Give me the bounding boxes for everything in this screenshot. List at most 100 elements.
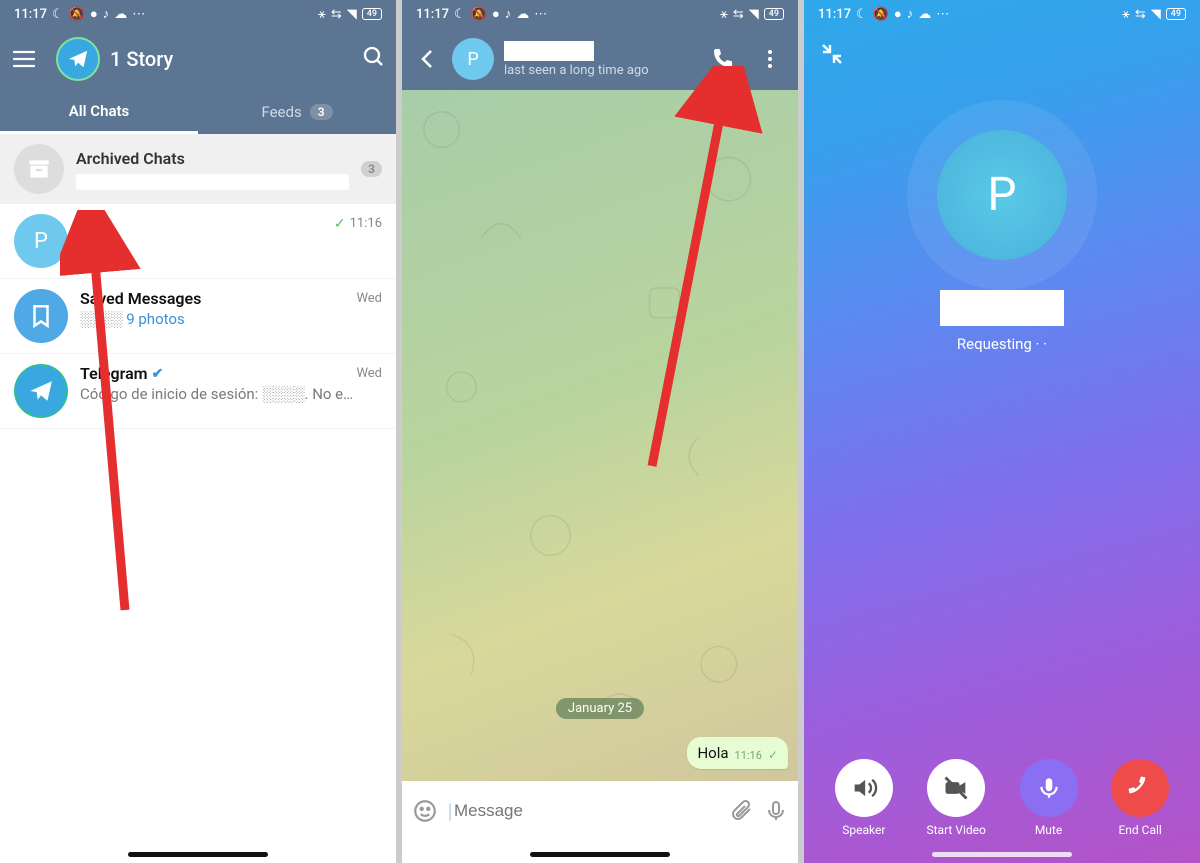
bluetooth-icon: ⚹ bbox=[1122, 7, 1130, 22]
data-icon: ⇆ bbox=[331, 7, 342, 22]
more-icon: ⋯ bbox=[534, 7, 547, 22]
mute-button[interactable]: Mute bbox=[1020, 759, 1078, 837]
message-time: 11:16 bbox=[735, 749, 762, 762]
video-off-icon bbox=[927, 759, 985, 817]
chat-background[interactable]: January 25 Hola 11:16 ✓ bbox=[402, 90, 798, 781]
tab-all-chats[interactable]: All Chats bbox=[0, 90, 198, 134]
data-icon: ⇆ bbox=[733, 7, 744, 22]
story-avatar[interactable] bbox=[56, 37, 100, 81]
verified-icon: ✔ bbox=[152, 366, 164, 382]
tab-feeds[interactable]: Feeds 3 bbox=[198, 90, 396, 134]
more-button[interactable] bbox=[750, 49, 790, 69]
tiktok-icon: ♪ bbox=[505, 6, 512, 22]
moon-icon: ☾ bbox=[454, 7, 466, 22]
dnd-icon: 🔕 bbox=[873, 7, 889, 22]
archive-icon bbox=[14, 144, 64, 194]
reddit-icon: ● bbox=[90, 6, 98, 22]
reddit-icon: ● bbox=[492, 6, 500, 22]
screen-chat-list: 11:17 ☾ 🔕 ● ♪ ☁ ⋯ ⚹ ⇆ ◥ 49 1 Story All C… bbox=[0, 0, 396, 863]
speaker-icon bbox=[835, 759, 893, 817]
message-bubble[interactable]: Hola 11:16 ✓ bbox=[687, 737, 788, 769]
chat-preview: Hola bbox=[80, 235, 382, 253]
nav-handle[interactable] bbox=[530, 852, 670, 857]
feeds-badge: 3 bbox=[310, 104, 333, 120]
message-text: Hola bbox=[697, 744, 728, 762]
contact-avatar[interactable]: P bbox=[452, 38, 494, 80]
menu-button[interactable] bbox=[10, 45, 38, 73]
contact-avatar: P bbox=[14, 214, 68, 268]
doodle-pattern bbox=[402, 90, 798, 781]
hangup-icon bbox=[1111, 759, 1169, 817]
chat-time: Wed bbox=[356, 291, 382, 306]
date-pill: January 25 bbox=[556, 698, 644, 719]
dnd-icon: 🔕 bbox=[69, 7, 85, 22]
chat-item[interactable]: P ✓ 11:16 Hola bbox=[0, 204, 396, 279]
chat-time: ✓ 11:16 bbox=[334, 216, 382, 232]
header-title: 1 Story bbox=[110, 47, 362, 71]
reddit-icon: ● bbox=[894, 6, 902, 22]
clock: 11:17 bbox=[14, 7, 47, 22]
clock: 11:17 bbox=[416, 7, 449, 22]
cloud-icon: ☁ bbox=[114, 7, 127, 22]
telegram-avatar bbox=[14, 364, 68, 418]
sent-check-icon: ✓ bbox=[334, 216, 346, 232]
screen-call: 11:17 ☾ 🔕 ● ♪ ☁ ⋯ ⚹ ⇆ ◥ 49 P Requesting … bbox=[804, 0, 1200, 863]
end-call-button[interactable]: End Call bbox=[1111, 759, 1169, 837]
chat-item[interactable]: Saved Messages Wed ░░░░ 9 photos bbox=[0, 279, 396, 354]
message-input[interactable] bbox=[454, 801, 720, 821]
screen-chat: 11:17 ☾ 🔕 ● ♪ ☁ ⋯ ⚹ ⇆ ◥ 49 P last seen a… bbox=[402, 0, 798, 863]
start-video-button[interactable]: Start Video bbox=[926, 759, 985, 837]
message-check-icon: ✓ bbox=[768, 748, 778, 762]
contact-name-redacted bbox=[940, 290, 1064, 326]
last-seen: last seen a long time ago bbox=[504, 63, 698, 78]
microphone-icon bbox=[1020, 759, 1078, 817]
search-button[interactable] bbox=[362, 45, 386, 73]
back-button[interactable] bbox=[410, 47, 446, 71]
tiktok-icon: ♪ bbox=[103, 6, 110, 22]
clock: 11:17 bbox=[818, 7, 851, 22]
status-bar: 11:17 ☾ 🔕 ● ♪ ☁ ⋯ ⚹ ⇆ ◥ 49 bbox=[804, 0, 1200, 28]
cloud-icon: ☁ bbox=[918, 7, 931, 22]
call-controls: Speaker Start Video Mute End Call bbox=[804, 759, 1200, 837]
archived-chats[interactable]: Archived Chats 3 bbox=[0, 134, 396, 204]
contact-name bbox=[80, 214, 84, 233]
more-icon: ⋯ bbox=[936, 7, 949, 22]
moon-icon: ☾ bbox=[52, 7, 64, 22]
call-avatar: P bbox=[937, 130, 1067, 260]
saved-messages-name: Saved Messages bbox=[80, 289, 201, 308]
call-status: Requesting · · bbox=[804, 335, 1200, 353]
voice-button[interactable] bbox=[764, 799, 788, 823]
archived-label: Archived Chats bbox=[76, 149, 349, 168]
minimize-button[interactable] bbox=[820, 42, 844, 70]
contact-name-redacted bbox=[504, 41, 594, 61]
attach-button[interactable] bbox=[730, 799, 754, 823]
archived-count: 3 bbox=[361, 161, 382, 177]
status-bar: 11:17 ☾ 🔕 ● ♪ ☁ ⋯ ⚹ ⇆ ◥ 49 bbox=[402, 0, 798, 28]
message-input-bar: | bbox=[402, 781, 798, 841]
call-button[interactable] bbox=[704, 47, 744, 71]
wifi-icon: ◥ bbox=[1151, 7, 1161, 22]
chat-preview: Código de inicio de sesión: ░░░░. No e… bbox=[80, 385, 382, 403]
chat-item[interactable]: Telegram ✔ Wed Código de inicio de sesió… bbox=[0, 354, 396, 429]
wifi-icon: ◥ bbox=[347, 7, 357, 22]
status-bar: 11:17 ☾ 🔕 ● ♪ ☁ ⋯ ⚹ ⇆ ◥ 49 bbox=[0, 0, 396, 28]
contact-info[interactable]: last seen a long time ago bbox=[500, 41, 698, 78]
bluetooth-icon: ⚹ bbox=[318, 7, 326, 22]
chat-time: Wed bbox=[356, 366, 382, 381]
emoji-button[interactable] bbox=[412, 798, 438, 824]
speaker-button[interactable]: Speaker bbox=[835, 759, 893, 837]
wifi-icon: ◥ bbox=[749, 7, 759, 22]
cloud-icon: ☁ bbox=[516, 7, 529, 22]
bluetooth-icon: ⚹ bbox=[720, 7, 728, 22]
data-icon: ⇆ bbox=[1135, 7, 1146, 22]
tiktok-icon: ♪ bbox=[907, 6, 914, 22]
saved-messages-avatar bbox=[14, 289, 68, 343]
battery-icon: 49 bbox=[764, 8, 784, 20]
more-icon: ⋯ bbox=[132, 7, 145, 22]
moon-icon: ☾ bbox=[856, 7, 868, 22]
nav-handle[interactable] bbox=[128, 852, 268, 857]
chat-preview: ░░░░ 9 photos bbox=[80, 310, 382, 328]
telegram-name: Telegram ✔ bbox=[80, 364, 163, 383]
dnd-icon: 🔕 bbox=[471, 7, 487, 22]
nav-handle[interactable] bbox=[932, 852, 1072, 857]
